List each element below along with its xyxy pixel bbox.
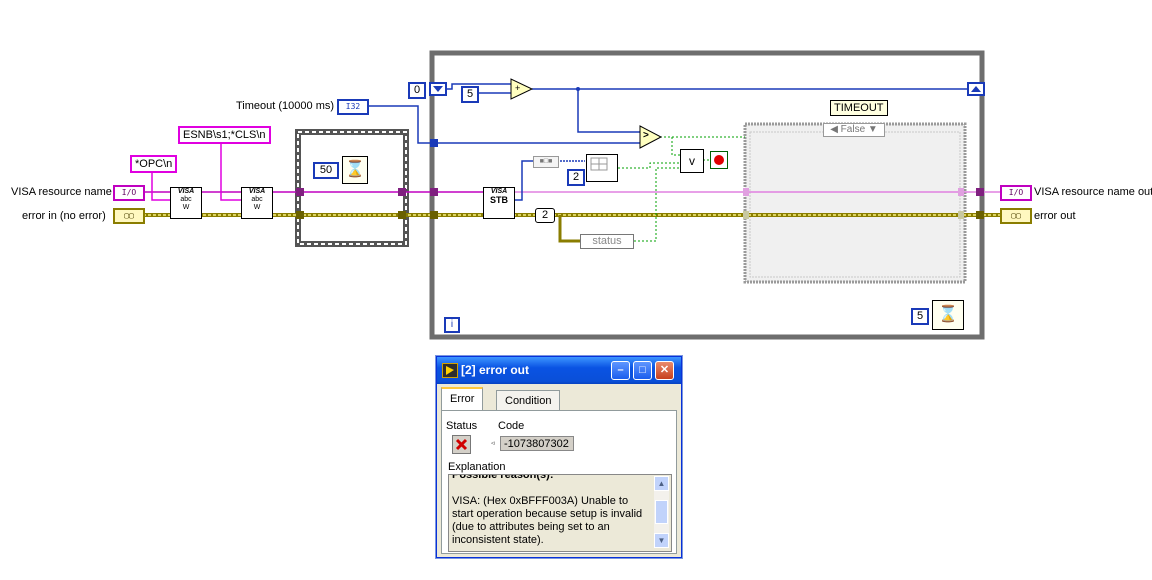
explanation-textbox[interactable]: Possible reason(s): VISA: (Hex 0xBFFF003… [448,474,672,552]
code-value[interactable]: -1073807302 [500,436,574,451]
explanation-scrollbar[interactable]: ▲ ▼ [654,476,669,548]
error-out-terminal[interactable]: ▢▢ [1000,208,1032,224]
scroll-thumb[interactable] [655,500,668,524]
code-increment-marker: ◃ [491,440,495,447]
index-array-node[interactable] [586,154,618,182]
add-symbol: + [515,83,521,93]
code-label: Code [498,420,525,432]
labview-icon [442,363,458,378]
visa-write-icon: VISA [248,188,266,195]
error-in-terminal[interactable]: ▢▢ [113,208,145,224]
status-unbundle[interactable]: status [580,234,634,249]
opc-string-constant[interactable]: *OPC\n [130,155,178,173]
esnb-string-constant[interactable]: ESNB\s1;*CLS\n [178,126,271,144]
visa-write-node-2[interactable]: VISA abc W [241,187,273,219]
scroll-down-icon[interactable]: ▼ [654,533,669,548]
status-label: Status [446,420,478,432]
visa-resource-name-out-label: VISA resource name out [1034,186,1152,198]
wait-ms-constant-1[interactable]: 50 [313,162,339,179]
stop-button-icon[interactable] [710,151,728,169]
case-selector[interactable]: ◀ False ▼ [823,123,885,137]
case-structure-frame[interactable] [743,122,967,284]
error-in-label: error in (no error) [22,210,106,222]
unbundle-index-constant[interactable]: 2 [535,208,555,223]
visa-write-node-1[interactable]: VISA abc W [170,187,202,219]
explanation-partial-line: Possible reason(s): [452,474,554,481]
array-index-constant[interactable]: 2 [567,169,585,186]
error-panel: Status Code ◃ -1073807302 Explanation Po… [441,410,677,554]
explanation-text: VISA: (Hex 0xBFFF003A) Unable to start o… [452,495,643,546]
error-x-icon [452,435,471,454]
increment-constant[interactable]: 5 [461,86,479,103]
visa-read-stb-node[interactable]: VISA STB [483,187,515,219]
wait-ms-icon-2[interactable]: ⌛ [932,300,964,330]
maximize-icon[interactable]: □ [633,361,652,380]
window-title: [2] error out [461,363,530,377]
explanation-label: Explanation [448,461,506,473]
wait-ms-constant-2[interactable]: 5 [911,308,929,325]
scroll-up-icon[interactable]: ▲ [654,476,669,491]
case-selector-left-arrow[interactable]: ◀ [830,124,838,135]
minimize-icon[interactable]: – [611,361,630,380]
loop-iteration-terminal[interactable]: i [444,317,460,333]
timeout-case-label: TIMEOUT [830,100,888,116]
compare-symbol: > [643,130,649,141]
error-out-label: error out [1034,210,1076,222]
chevron-down-icon[interactable]: ▼ [868,124,878,135]
visa-resource-name-label: VISA resource name [11,186,112,198]
sequence-frame[interactable] [295,129,409,247]
number-to-bool-array[interactable]: ■□■ [533,156,559,168]
tab-condition[interactable]: Condition [496,390,561,411]
visa-resource-name-terminal[interactable]: I/O [113,185,145,201]
timeout-terminal[interactable]: I32 [337,99,369,115]
window-titlebar[interactable]: [2] error out – □ ✕ [437,357,681,384]
error-out-window[interactable]: [2] error out – □ ✕ Error Condition Stat… [436,356,682,558]
or-node[interactable]: v [680,149,704,173]
loop-start-constant[interactable]: 0 [408,82,426,99]
close-icon[interactable]: ✕ [655,361,674,380]
visa-resource-name-out-terminal[interactable]: I/O [1000,185,1032,201]
wait-ms-icon[interactable]: ⌛ [342,156,368,184]
visa-write-icon: VISA [177,188,195,195]
timeout-label: Timeout (10000 ms) [236,100,335,112]
